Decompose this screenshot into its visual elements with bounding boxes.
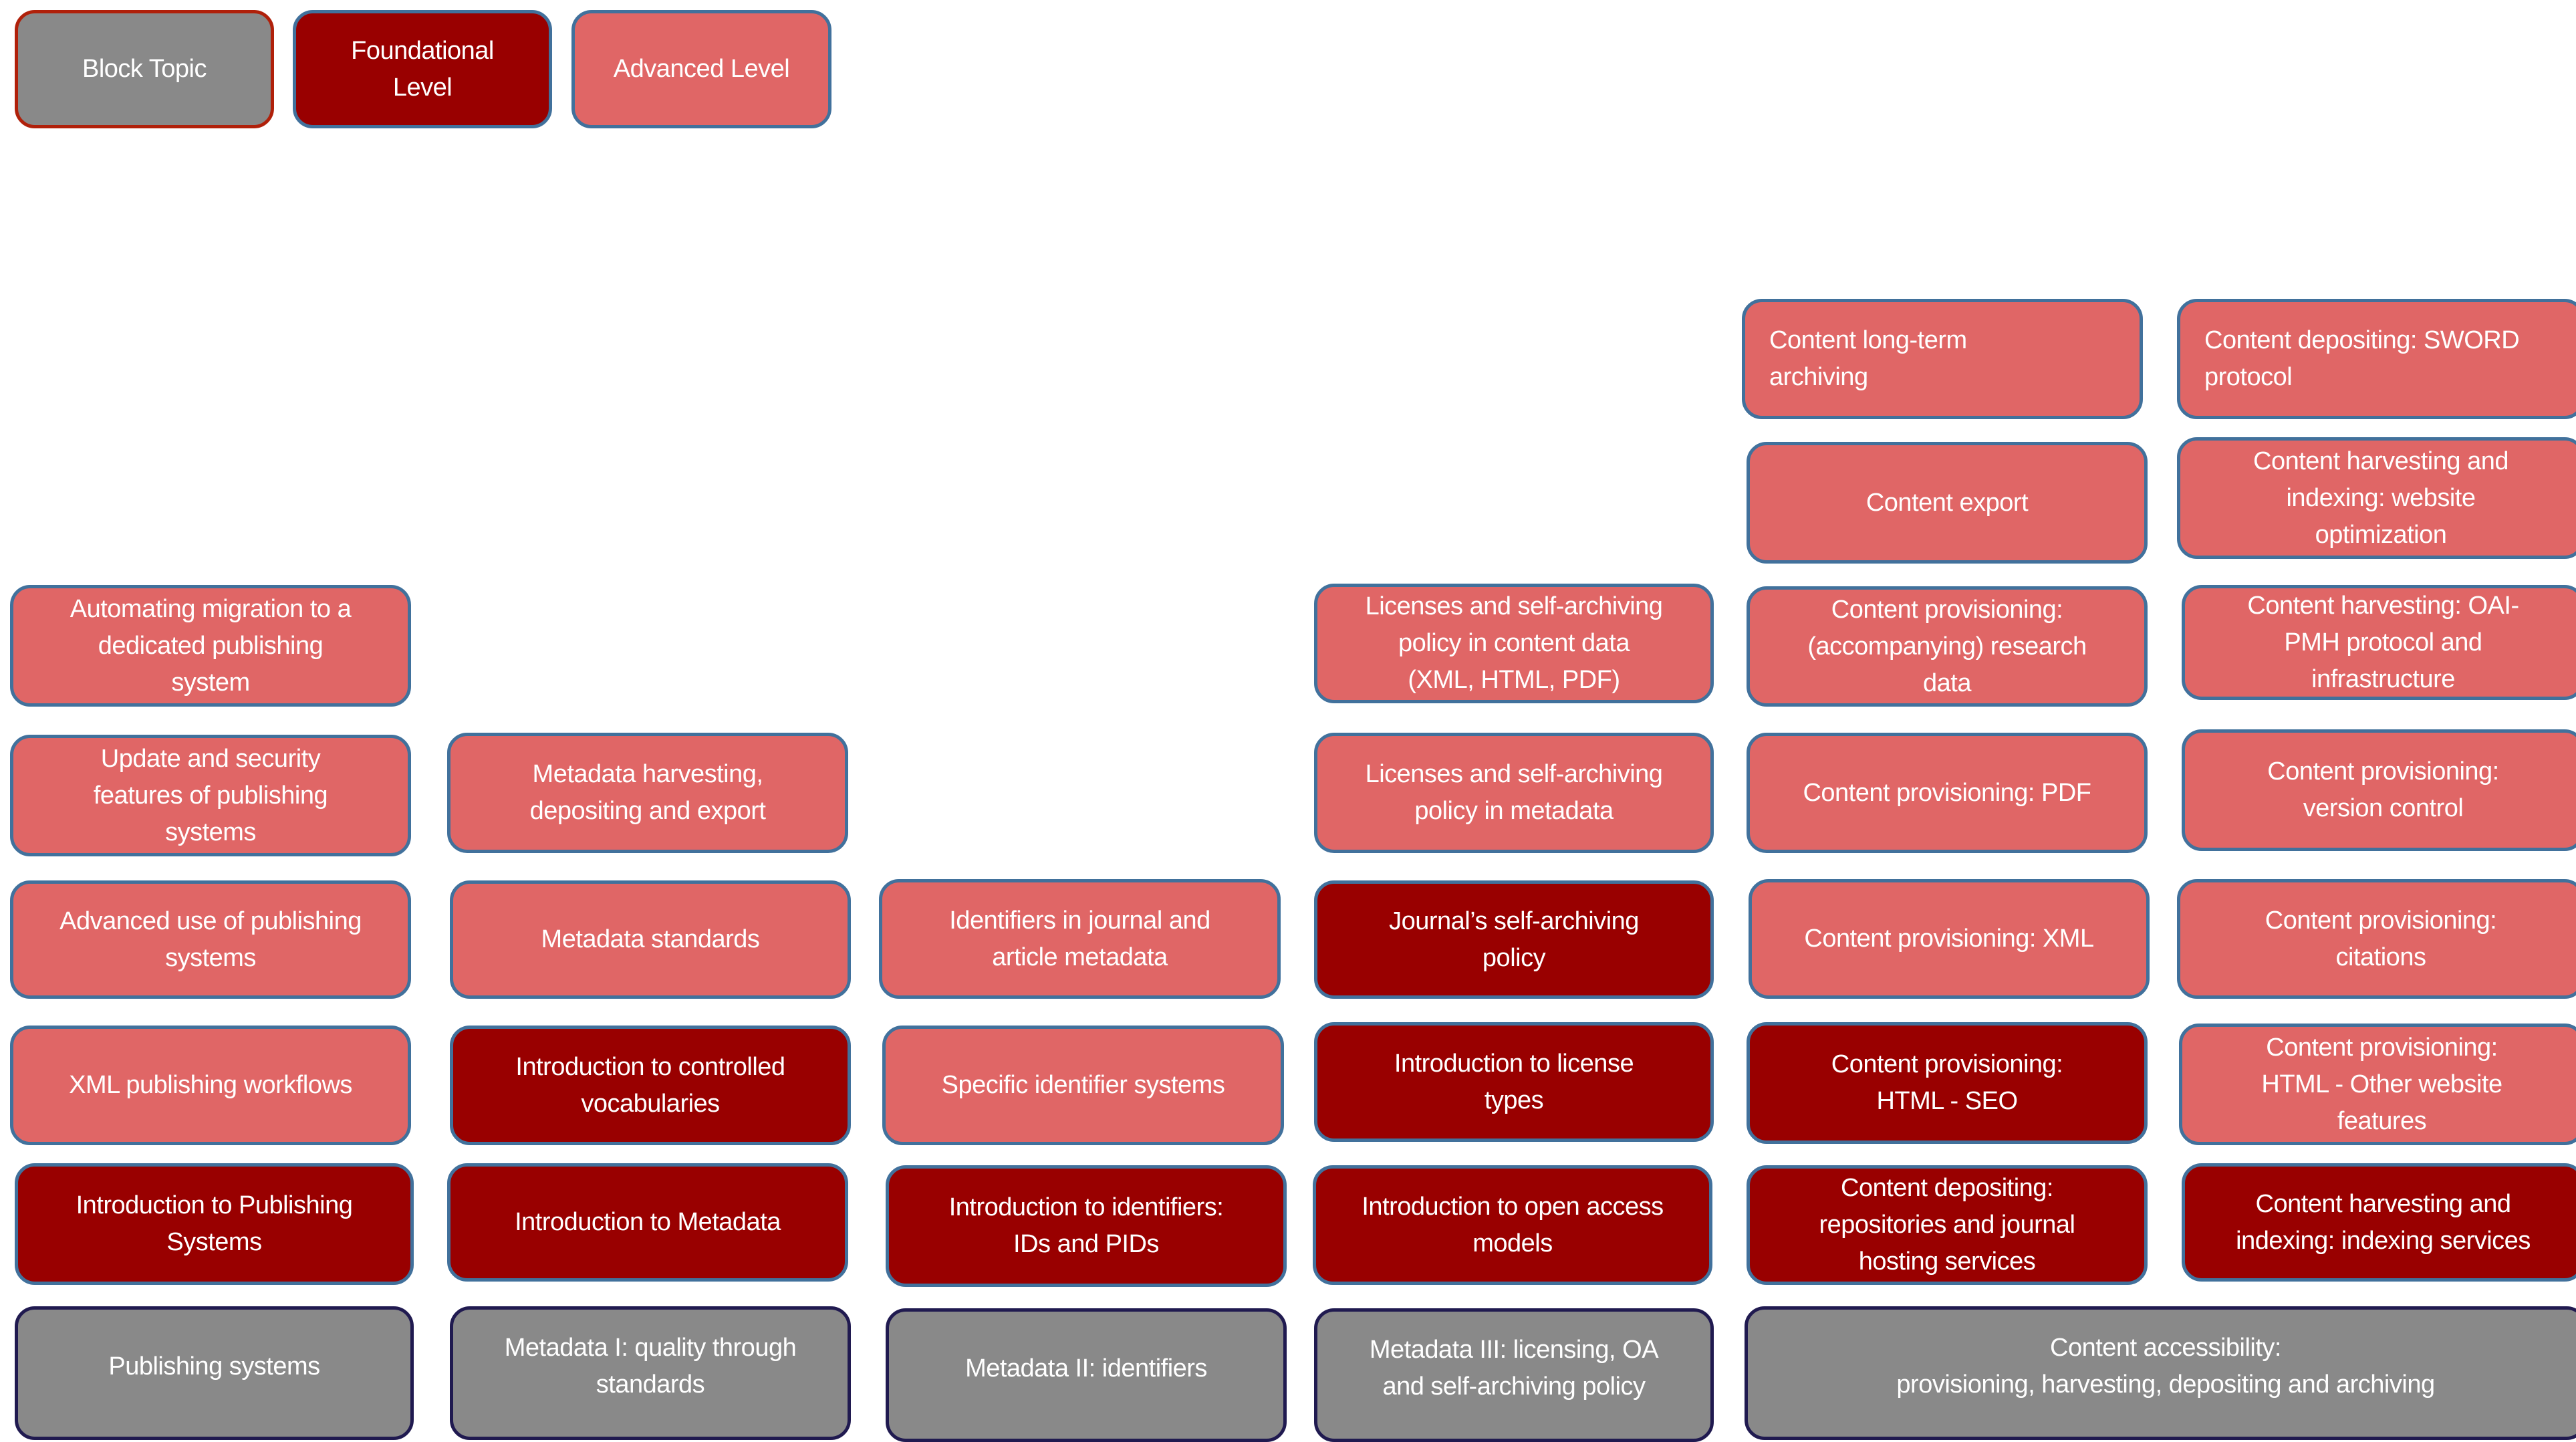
topic-specific-identifier-systems: Specific identifier systems [882, 1026, 1284, 1145]
topic-content-html-seo: Content provisioning: HTML - SEO [1747, 1022, 2148, 1144]
topic-journal-self-archiving-policy: Journal’s self-archiving policy [1314, 880, 1714, 999]
topic-identifiers-in-metadata: Identifiers in journal and article metad… [879, 879, 1281, 999]
topic-label: Introduction to license types [1394, 1049, 1634, 1114]
topic-intro-metadata: Introduction to Metadata [447, 1163, 848, 1282]
topic-label: Journal’s self-archiving policy [1389, 907, 1639, 972]
topic-content-oai-pmh: Content harvesting: OAI- PMH protocol an… [2182, 585, 2576, 700]
block-label: Metadata II: identifiers [965, 1354, 1207, 1383]
block-metadata-ii: Metadata II: identifiers [886, 1308, 1287, 1442]
block-metadata-iii: Metadata III: licensing, OA and self-arc… [1314, 1308, 1714, 1442]
topic-advanced-use-publishing: Advanced use of publishing systems [10, 880, 411, 999]
topic-automating-migration: Automating migration to a dedicated publ… [10, 585, 411, 707]
topic-label: Identifiers in journal and article metad… [949, 906, 1210, 971]
topic-intro-license-types: Introduction to license types [1314, 1022, 1714, 1142]
topic-label: Specific identifier systems [941, 1071, 1225, 1099]
legend-block-topic: Block Topic [15, 10, 274, 128]
topic-content-research-data: Content provisioning: (accompanying) res… [1747, 586, 2148, 707]
topic-content-sword-protocol: Content depositing: SWORD protocol [2177, 299, 2576, 419]
topic-label: Content provisioning: (accompanying) res… [1807, 595, 2087, 697]
topic-label: Content harvesting: OAI- PMH protocol an… [2247, 591, 2519, 693]
topic-content-html-other: Content provisioning: HTML - Other websi… [2179, 1024, 2576, 1145]
topic-label: Content export [1865, 488, 2029, 517]
block-label: Metadata I: quality through standards [504, 1334, 797, 1399]
legend-label: Foundational Level [351, 36, 494, 102]
topic-label: Content provisioning: HTML - SEO [1831, 1050, 2063, 1115]
block-metadata-i: Metadata I: quality through standards [450, 1306, 851, 1440]
block-label: Publishing systems [108, 1352, 320, 1380]
block-content-accessibility: Content accessibility: provisioning, har… [1745, 1306, 2576, 1440]
topic-intro-publishing-systems: Introduction to Publishing Systems [15, 1163, 414, 1285]
topic-content-xml: Content provisioning: XML [1749, 879, 2150, 999]
topic-content-export: Content export [1747, 442, 2148, 564]
topic-xml-publishing-workflows: XML publishing workflows [10, 1026, 411, 1145]
topic-update-security: Update and security features of publishi… [10, 735, 411, 856]
topic-label: Automating migration to a dedicated publ… [70, 594, 352, 697]
topic-label: Introduction to open access models [1362, 1192, 1664, 1257]
topic-label: Metadata harvesting, depositing and expo… [529, 760, 766, 825]
topic-licenses-content-data: Licenses and self-archiving policy in co… [1314, 584, 1714, 703]
topic-label: Advanced use of publishing systems [59, 907, 362, 972]
topic-label: Content provisioning: citations [2265, 906, 2497, 971]
topic-label: Content long-term archiving [1769, 326, 1967, 391]
topic-label: Content provisioning: HTML - Other websi… [2261, 1033, 2502, 1135]
topic-intro-identifiers: Introduction to identifiers: IDs and PID… [886, 1165, 1287, 1287]
legend-label: Block Topic [82, 55, 207, 83]
topic-content-indexing-services: Content harvesting and indexing: indexin… [2182, 1163, 2576, 1282]
topic-metadata-harvesting: Metadata harvesting, depositing and expo… [447, 733, 848, 853]
topic-content-website-optimization: Content harvesting and indexing: website… [2177, 437, 2576, 559]
topic-label: Licenses and self-archiving policy in co… [1365, 592, 1663, 694]
topic-label: Introduction to controlled vocabularies [515, 1052, 785, 1118]
topic-intro-open-access-models: Introduction to open access models [1313, 1165, 1712, 1285]
topic-licenses-metadata: Licenses and self-archiving policy in me… [1314, 733, 1714, 853]
topic-label: Introduction to Metadata [515, 1208, 781, 1236]
topic-label: Licenses and self-archiving policy in me… [1365, 760, 1663, 825]
legend-advanced-level: Advanced Level [571, 10, 831, 128]
block-label: Metadata III: licensing, OA and self-arc… [1369, 1336, 1659, 1401]
topic-label: Update and security features of publishi… [93, 744, 328, 846]
topic-label: Content harvesting and indexing: website… [2253, 447, 2508, 549]
legend-foundational-level: Foundational Level [293, 10, 552, 128]
topic-label: Metadata standards [541, 925, 760, 953]
topic-content-version-control: Content provisioning: version control [2182, 729, 2576, 851]
topic-intro-controlled-vocabularies: Introduction to controlled vocabularies [450, 1026, 851, 1145]
block-publishing-systems: Publishing systems [15, 1306, 414, 1440]
topic-label: Content provisioning: PDF [1803, 778, 2091, 807]
topic-label: Introduction to identifiers: IDs and PID… [948, 1193, 1224, 1258]
topic-label: Introduction to Publishing Systems [76, 1191, 353, 1256]
topic-content-pdf: Content provisioning: PDF [1747, 733, 2148, 853]
topic-content-long-term-archiving: Content long-term archiving [1742, 299, 2143, 419]
topic-metadata-standards: Metadata standards [450, 880, 851, 999]
topic-label: Content provisioning: XML [1804, 925, 2094, 953]
topic-label: Content depositing: repositories and jou… [1819, 1174, 2075, 1276]
topic-content-citations: Content provisioning: citations [2177, 879, 2576, 999]
topic-content-depositing-repositories: Content depositing: repositories and jou… [1747, 1165, 2148, 1285]
topic-label: Content harvesting and indexing: indexin… [2236, 1189, 2531, 1255]
topic-label: Content depositing: SWORD protocol [2204, 326, 2520, 391]
legend-label: Advanced Level [613, 55, 790, 83]
topic-label: Content provisioning: version control [2267, 757, 2499, 822]
block-label: Content accessibility: provisioning, har… [1896, 1334, 2435, 1399]
topic-label: XML publishing workflows [69, 1071, 352, 1099]
